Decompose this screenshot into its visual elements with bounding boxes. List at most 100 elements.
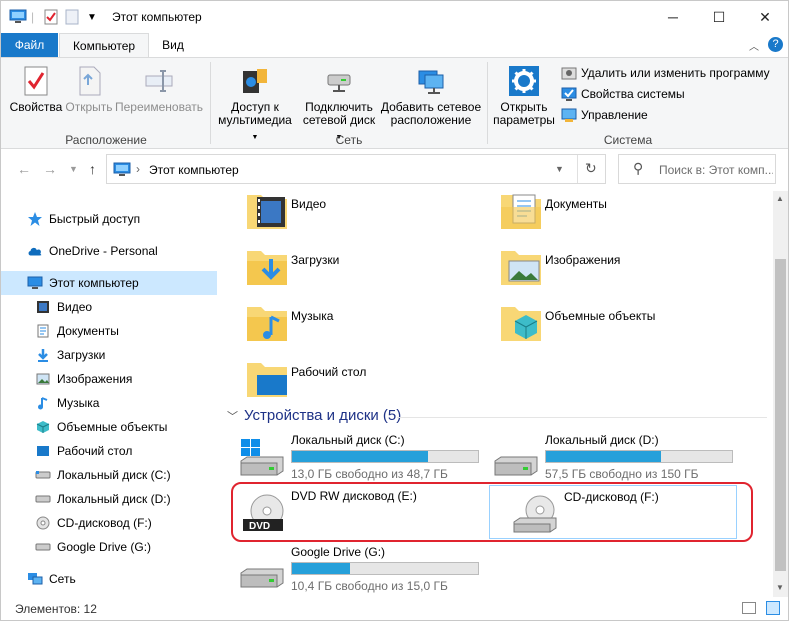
scroll-up-icon[interactable]: ▲ [776,194,784,203]
folder-pictures[interactable]: Изображения [487,247,737,297]
tiles-view-icon[interactable] [766,601,780,615]
new-folder-qa-icon[interactable] [65,8,79,26]
content-pane: Видео Документы Загрузки Изображения Муз… [217,191,773,597]
windows-drive-icon [240,439,284,476]
tab-view[interactable]: Вид [151,33,195,57]
items-count: Элементов: 12 [15,602,97,616]
nav-item-drive-d[interactable]: Локальный диск (D:) [1,487,217,511]
cd-drive-icon [513,495,557,533]
window-title: Этот компьютер [112,10,202,24]
media-icon [243,69,267,93]
drive-icon [35,467,51,483]
drive-c-usage-bar [291,450,479,463]
scroll-down-icon[interactable]: ▼ [776,583,784,592]
tab-file[interactable]: Файл [1,33,58,57]
nav-item-cd-drive[interactable]: CD-дисковод (F:) [1,511,217,535]
drive-cd-f[interactable]: CD-дисковод (F:) [489,485,737,539]
nav-item-google-drive[interactable]: Google Drive (G:) [1,535,217,559]
group-label-system: Система [603,133,653,147]
group-separator [487,62,488,144]
search-input[interactable]: Поиск в: Этот комп... [659,163,773,177]
computer-icon [9,8,27,26]
ribbon-collapse-icon[interactable]: ︿ [749,38,759,53]
group-label-network: Сеть [335,133,363,147]
explorer-window: | ▼ Этот компьютер ─ ☐ ✕ Файл Компьютер … [0,0,789,621]
address-bar[interactable]: › Этот компьютер ▼ ↻ [106,154,606,184]
manage-command[interactable]: Управление [561,106,648,124]
forward-arrow-icon[interactable]: → [43,161,57,177]
folder-3d-objects[interactable]: Объемные объекты [487,303,737,353]
maximize-button[interactable]: ☐ [696,1,742,33]
rename-button[interactable]: Переименовать [115,65,203,114]
title-bar: | ▼ Этот компьютер ─ ☐ ✕ [1,1,788,33]
nav-item-desktop[interactable]: Рабочий стол [1,439,217,463]
scroll-thumb[interactable] [775,259,786,571]
qa-separator: | [31,10,35,24]
details-view-icon[interactable] [742,602,756,614]
nav-item-pictures[interactable]: Изображения [1,367,217,391]
up-arrow-icon[interactable]: ↑ [89,161,96,177]
nav-item-drive-c[interactable]: Локальный диск (C:) [1,463,217,487]
nav-item-downloads[interactable]: Загрузки [1,343,217,367]
folder-video[interactable]: Видео [233,191,483,241]
open-settings-button[interactable]: Открыть параметры [491,65,557,127]
rename-icon [145,70,173,92]
back-arrow-icon[interactable]: ← [17,161,31,177]
add-network-location-button[interactable]: Добавить сетевое расположение [379,65,483,127]
folder-documents[interactable]: Документы [487,191,737,241]
devices-section-header[interactable]: ﹀ Устройства и диски (5) [227,407,767,424]
settings-gear-icon [509,66,539,96]
recent-chevron-icon[interactable]: ▼ [69,164,78,174]
qa-customize-icon[interactable]: ▼ [87,8,97,26]
section-collapse-icon[interactable]: ﹀ [227,408,238,424]
video-folder-icon [35,299,51,315]
properties-button[interactable]: Свойства [9,65,63,114]
close-button[interactable]: ✕ [742,1,788,33]
minimize-button[interactable]: ─ [650,1,696,33]
refresh-icon[interactable]: ↻ [585,160,597,177]
nav-item-3d-objects[interactable]: Объемные объекты [1,415,217,439]
drive-google-g[interactable]: Google Drive (G:) 10,4 ГБ свободно из 15… [217,541,479,595]
nav-item-video[interactable]: Видео [1,295,217,319]
nav-item-documents[interactable]: Документы [1,319,217,343]
uninstall-icon [561,67,577,80]
nav-item-quick-access[interactable]: Быстрый доступ [1,207,217,231]
pictures-icon [35,371,51,387]
open-button[interactable]: Открыть [63,65,115,114]
system-properties-command[interactable]: Свойства системы [561,85,685,103]
properties-qa-icon[interactable] [43,8,59,26]
computer-icon [27,275,43,291]
search-box[interactable]: ⚲ Поиск в: Этот комп... [618,154,776,184]
drive-d-usage-bar [545,450,733,463]
drive-d[interactable]: Локальный диск (D:) 57,5 ГБ свободно из … [471,429,733,483]
network-drive-icon [327,74,351,92]
uninstall-program-command[interactable]: Удалить или изменить программу [561,64,770,82]
ribbon: Свойства Открыть Переименовать Расположе… [1,57,788,149]
section-divider [397,417,767,418]
vertical-scrollbar[interactable]: ▲ ▼ [773,191,788,597]
folder-music[interactable]: Музыка [233,303,483,353]
drive-dvd-e[interactable]: DVD DVD RW дисковод (E:) [217,485,467,539]
nav-item-onedrive[interactable]: OneDrive - Personal [1,239,217,263]
network-icon [27,571,43,587]
downloads-folder-icon [247,251,287,285]
cd-icon [35,515,51,531]
nav-item-this-pc[interactable]: Этот компьютер [1,271,217,295]
documents-icon [35,323,51,339]
folder-desktop[interactable]: Рабочий стол [233,359,483,409]
tab-computer[interactable]: Компьютер [59,33,149,58]
computer-icon [113,162,131,176]
breadcrumb-chevron-icon[interactable]: › [136,162,140,176]
nav-item-network[interactable]: Сеть [1,567,217,591]
drive-c[interactable]: Локальный диск (C:) 13,0 ГБ свободно из … [217,429,479,483]
network-location-icon [418,70,444,94]
folder-downloads[interactable]: Загрузки [233,247,483,297]
help-icon[interactable]: ? [768,37,783,52]
3d-objects-folder-icon [501,307,541,341]
open-icon [79,66,101,96]
music-folder-icon [247,307,287,341]
pictures-folder-icon [501,251,541,285]
dvd-drive-icon: DVD [243,494,284,532]
address-dropdown-icon[interactable]: ▼ [555,164,564,174]
nav-item-music[interactable]: Музыка [1,391,217,415]
